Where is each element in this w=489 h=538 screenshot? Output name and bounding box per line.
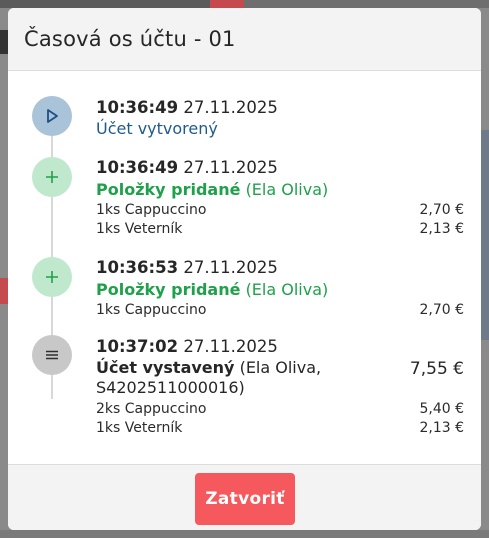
list-item: 1ks Cappuccino 2,70 €: [96, 202, 464, 218]
modal-header: Časová os účtu - 01: [8, 8, 481, 71]
list-item: 1ks Veterník 2,13 €: [96, 420, 464, 436]
list-item: 1ks Veterník 2,13 €: [96, 221, 464, 237]
modal-footer: Zatvoriť: [8, 464, 481, 530]
event-title: Položky pridané (Ela Oliva): [96, 180, 329, 199]
event-timestamp: 10:36:49 27.11.2025: [96, 158, 278, 177]
background-app: [0, 530, 489, 538]
event-timestamp: 10:36:53 27.11.2025: [96, 258, 278, 277]
background-app-accent: [210, 0, 244, 8]
plus-icon: [32, 157, 72, 197]
background-app: [0, 30, 8, 54]
timeline-modal: Časová os účtu - 01 10:36:49 27.11.2025 …: [8, 8, 481, 530]
background-app: [0, 0, 210, 8]
modal-title: Časová os účtu - 01: [24, 27, 236, 51]
event-timestamp: 10:37:02 27.11.2025: [96, 337, 278, 356]
timeline: 10:36:49 27.11.2025 Účet vytvorený 10:36…: [8, 71, 481, 464]
close-button[interactable]: Zatvoriť: [195, 473, 295, 525]
bill-total: 7,55 €: [409, 359, 464, 379]
event-title: Účet vytvorený: [96, 119, 218, 138]
play-icon: [32, 96, 72, 136]
plus-icon: [32, 257, 72, 297]
list-item: 1ks Cappuccino 2,70 €: [96, 302, 464, 318]
event-title: Účet vystavený (Ela Oliva, S420251100001…: [96, 358, 322, 397]
menu-icon: [32, 335, 72, 375]
event-title: Položky pridané (Ela Oliva): [96, 280, 329, 299]
event-timestamp: 10:36:49 27.11.2025: [96, 98, 278, 117]
event-title-row: Účet vystavený (Ela Oliva, S420251100001…: [96, 358, 464, 398]
background-app: [244, 0, 489, 8]
background-app-accent: [0, 278, 8, 304]
list-item: 2ks Cappuccino 5,40 €: [96, 401, 464, 417]
